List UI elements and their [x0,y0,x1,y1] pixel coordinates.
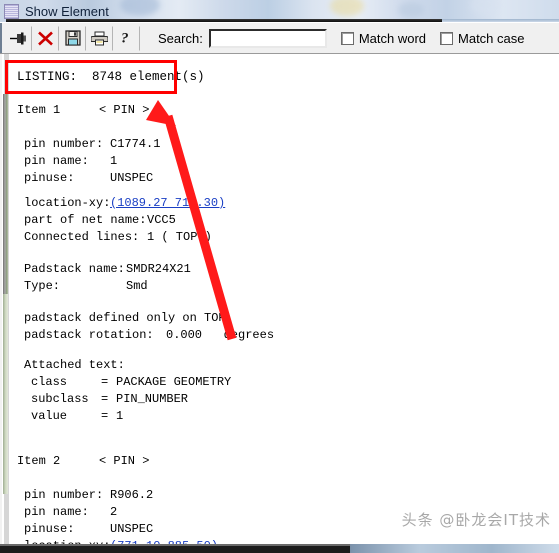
annotation-arrow [146,100,237,341]
row-label: pinuse: [24,522,75,536]
attached-eq: = [101,409,109,423]
attached-eq: = [101,392,109,406]
item-2-type: < PIN > [99,454,150,468]
pin-button[interactable] [5,25,32,51]
attached-value: 1 [116,409,124,423]
row-value: R906.2 [110,488,154,502]
match-word-checkbox[interactable]: Match word [340,30,427,46]
question-mark-icon: ? [121,31,129,47]
search-input[interactable] [208,28,327,48]
row-value: 1 ( TOP ) [147,230,212,244]
listing-content-panel[interactable]: LISTING: 8748 element(s) Item 1 < PIN > … [0,54,559,544]
close-button[interactable] [32,25,59,51]
row-value: 2 [110,505,118,519]
row-label: pinuse: [24,171,75,185]
printer-icon [91,31,108,45]
checkbox-box [440,31,454,45]
screenshot-root: Show Element ? Search: Match word Match … [0,0,559,553]
print-button[interactable] [86,25,113,51]
row-label: part of net name: [24,213,147,227]
row-label: Type: [24,279,61,293]
svg-text:?: ? [121,31,129,47]
padstack-note: padstack defined only on TOP [24,311,226,325]
attached-value: PIN_NUMBER [116,392,189,406]
watermark: 头条 @卧龙会IT技术 [401,511,551,529]
match-word-label: Match word [358,30,427,46]
save-button[interactable] [59,25,86,51]
search-label: Search: [158,30,203,46]
match-case-checkbox[interactable]: Match case [440,30,525,46]
vertical-scrollbar[interactable] [0,54,9,544]
row-label: location-xy: [24,196,111,210]
scrollbar-track[interactable] [3,294,8,494]
section-separator [26,423,256,430]
attached-value: PACKAGE GEOMETRY [116,375,232,389]
row-value: SMDR24X21 [126,262,191,276]
row-label: Connected lines: [24,230,140,244]
row-label: pin name: [24,505,89,519]
location-xy-link[interactable]: (1089.27 710.30) [110,197,225,209]
row-value: Smd [126,279,148,293]
toolbar: ? Search: Match word Match case [0,22,559,54]
attached-key: subclass [31,392,89,406]
item-2-label: Item 2 [17,454,61,468]
attached-text-label: Attached text: [24,358,125,372]
listing-highlight-box [5,60,177,94]
row-value: VCC5 [147,213,176,227]
pushpin-icon [10,32,26,44]
row-value: UNSPEC [110,522,154,536]
padstack-rotation-label: padstack rotation: [24,328,154,342]
help-button[interactable]: ? [113,25,140,51]
padstack-rotation-value: 0.000 degrees [166,328,275,342]
row-label: pin name: [24,154,89,168]
row-label: pin number: [24,137,104,151]
item-1-type: < PIN > [99,103,150,117]
row-value: 1 [110,154,118,168]
attached-key: value [31,409,68,423]
item-1-label: Item 1 [17,103,61,117]
application-icon [4,3,19,19]
row-label: pin number: [24,488,104,502]
show-element-window: Show Element ? Search: Match word Match … [0,0,559,553]
red-x-icon [38,31,53,45]
checkbox-box [340,31,354,45]
window-title: Show Element [25,3,109,19]
row-value: C1774.1 [110,137,161,151]
scrollbar-thumb[interactable] [3,94,8,294]
row-label: Padstack name: [24,262,125,276]
attached-eq: = [101,375,109,389]
floppy-disk-icon [64,30,81,46]
row-value: UNSPEC [110,171,154,185]
attached-key: class [31,375,68,389]
window-bottom-chrome-left [0,544,350,553]
match-case-label: Match case [458,30,525,46]
